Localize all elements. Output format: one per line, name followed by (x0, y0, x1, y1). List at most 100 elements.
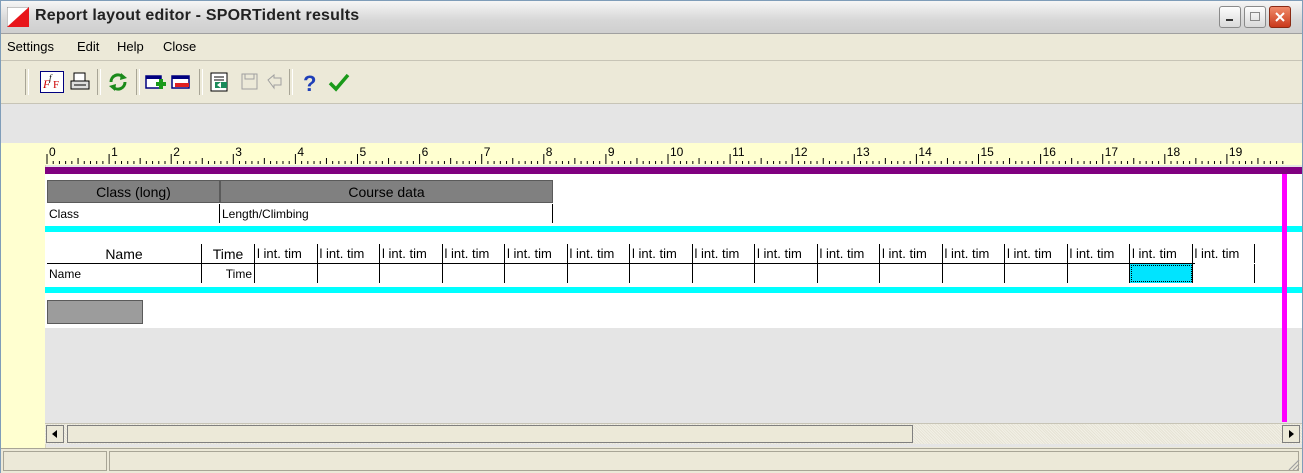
arrow-left-icon (52, 430, 57, 438)
header-interval-time[interactable]: l int. tim (318, 244, 380, 263)
ruler-number: 6 (421, 145, 429, 159)
add-band-icon (145, 75, 166, 89)
ruler-number: 3 (235, 145, 242, 159)
field-interval-time[interactable] (1005, 264, 1068, 283)
status-pane-2 (109, 451, 1299, 471)
scroll-thumb[interactable] (67, 425, 913, 443)
header-interval-time[interactable]: l int. tim (1068, 244, 1130, 263)
field-class[interactable]: Class (47, 204, 220, 223)
detail-band[interactable] (45, 287, 1302, 293)
ruler-number: 11 (732, 145, 745, 159)
field-interval-time[interactable] (943, 264, 1005, 283)
header-interval-time[interactable]: l int. tim (693, 244, 755, 263)
toolbar-separator (25, 69, 29, 95)
help-button[interactable]: ? (297, 69, 323, 95)
field-interval-time-selected[interactable] (1130, 264, 1193, 283)
header-interval-time[interactable]: l int. tim (380, 244, 443, 263)
menu-close[interactable]: Close (163, 39, 196, 54)
toolbar-separator (136, 69, 140, 95)
toolbar: FfF ? (1, 61, 1302, 104)
confirm-icon (328, 73, 350, 92)
field-time[interactable]: Time (202, 264, 255, 283)
header-time[interactable]: Time (202, 244, 255, 263)
ruler-number: 13 (856, 145, 870, 159)
disabled-undo-icon (267, 73, 282, 90)
field-name[interactable]: Name (47, 264, 202, 283)
class-header-band[interactable] (45, 226, 1302, 232)
add-band-button[interactable] (143, 69, 169, 95)
menu-edit[interactable]: Edit (77, 39, 99, 54)
scroll-left-button[interactable] (46, 425, 64, 443)
status-bar (1, 448, 1302, 473)
header-interval-time[interactable]: l int. tim (255, 244, 318, 263)
font-icon: FfF (40, 71, 64, 93)
field-interval-time[interactable] (880, 264, 943, 283)
ruler-number: 15 (980, 145, 994, 159)
close-icon (1270, 7, 1290, 27)
field-interval-time[interactable] (568, 264, 630, 283)
header-class-long[interactable]: Class (long) (47, 180, 220, 203)
field-interval-time[interactable] (443, 264, 505, 283)
menu-help[interactable]: Help (117, 39, 144, 54)
print-icon (70, 72, 90, 90)
resize-grip-icon[interactable] (1286, 457, 1300, 471)
ruler-number: 12 (794, 145, 808, 159)
report-layout-editor-window: Report layout editor - SPORTident result… (0, 0, 1303, 473)
field-interval-time[interactable] (630, 264, 693, 283)
header-course-data[interactable]: Course data (220, 180, 553, 203)
scroll-right-button[interactable] (1282, 425, 1300, 443)
ruler-number: 14 (918, 145, 932, 159)
right-margin-line[interactable] (1282, 174, 1287, 422)
field-interval-time[interactable] (505, 264, 568, 283)
horizontal-scrollbar[interactable] (45, 423, 1302, 444)
field-interval-time[interactable] (755, 264, 818, 283)
remove-band-button[interactable] (169, 69, 195, 95)
refresh-button[interactable] (105, 69, 131, 95)
confirm-button[interactable] (326, 69, 352, 95)
minimize-button[interactable] (1219, 6, 1241, 28)
footer-field[interactable] (47, 300, 143, 324)
toolbar-separator (97, 69, 101, 95)
refresh-icon (109, 73, 127, 91)
field-interval-time[interactable] (818, 264, 880, 283)
ruler-number: 10 (670, 145, 684, 159)
field-length-climbing[interactable]: Length/Climbing (220, 204, 553, 223)
menu-bar: Settings Edit Help Close (1, 34, 1302, 61)
undo-button-disabled[interactable] (261, 69, 287, 95)
empty-canvas-area (45, 328, 1302, 423)
header-interval-time[interactable]: l int. tim (1005, 244, 1068, 263)
field-interval-time[interactable] (1068, 264, 1130, 283)
field-interval-time[interactable] (255, 264, 318, 283)
header-interval-time[interactable]: l int. tim (943, 244, 1005, 263)
svg-text:?: ? (303, 71, 316, 94)
page-header-band[interactable] (45, 167, 1302, 174)
svg-text:F: F (53, 79, 59, 91)
header-name[interactable]: Name (47, 244, 202, 263)
header-interval-time[interactable]: l int. tim (880, 244, 943, 263)
ruler-number: 8 (545, 145, 553, 159)
header-interval-time[interactable]: l int. tim (443, 244, 505, 263)
field-interval-time[interactable] (1193, 264, 1255, 283)
header-interval-time[interactable]: l int. tim (1130, 244, 1193, 263)
header-interval-time[interactable]: l int. tim (568, 244, 630, 263)
ruler-number: 17 (1104, 145, 1119, 159)
status-pane-1 (3, 451, 107, 471)
field-interval-time[interactable] (693, 264, 755, 283)
maximize-button[interactable] (1244, 6, 1266, 28)
save-button-disabled[interactable] (237, 69, 263, 95)
remove-band-icon (171, 75, 190, 89)
header-interval-time[interactable]: l int. tim (755, 244, 818, 263)
properties-button[interactable] (207, 69, 233, 95)
print-button[interactable] (67, 69, 93, 95)
header-interval-time[interactable]: l int. tim (630, 244, 693, 263)
field-interval-time[interactable] (380, 264, 443, 283)
header-interval-time[interactable]: l int. tim (818, 244, 880, 263)
header-interval-time[interactable]: l int. tim (1193, 244, 1255, 263)
close-window-button[interactable] (1269, 6, 1291, 28)
header-interval-time[interactable]: l int. tim (505, 244, 568, 263)
field-interval-time[interactable] (318, 264, 380, 283)
menu-settings[interactable]: Settings (7, 39, 54, 54)
font-button[interactable]: FfF (39, 69, 65, 95)
minimize-icon (1220, 7, 1240, 27)
title-bar[interactable]: Report layout editor - SPORTident result… (1, 1, 1302, 34)
